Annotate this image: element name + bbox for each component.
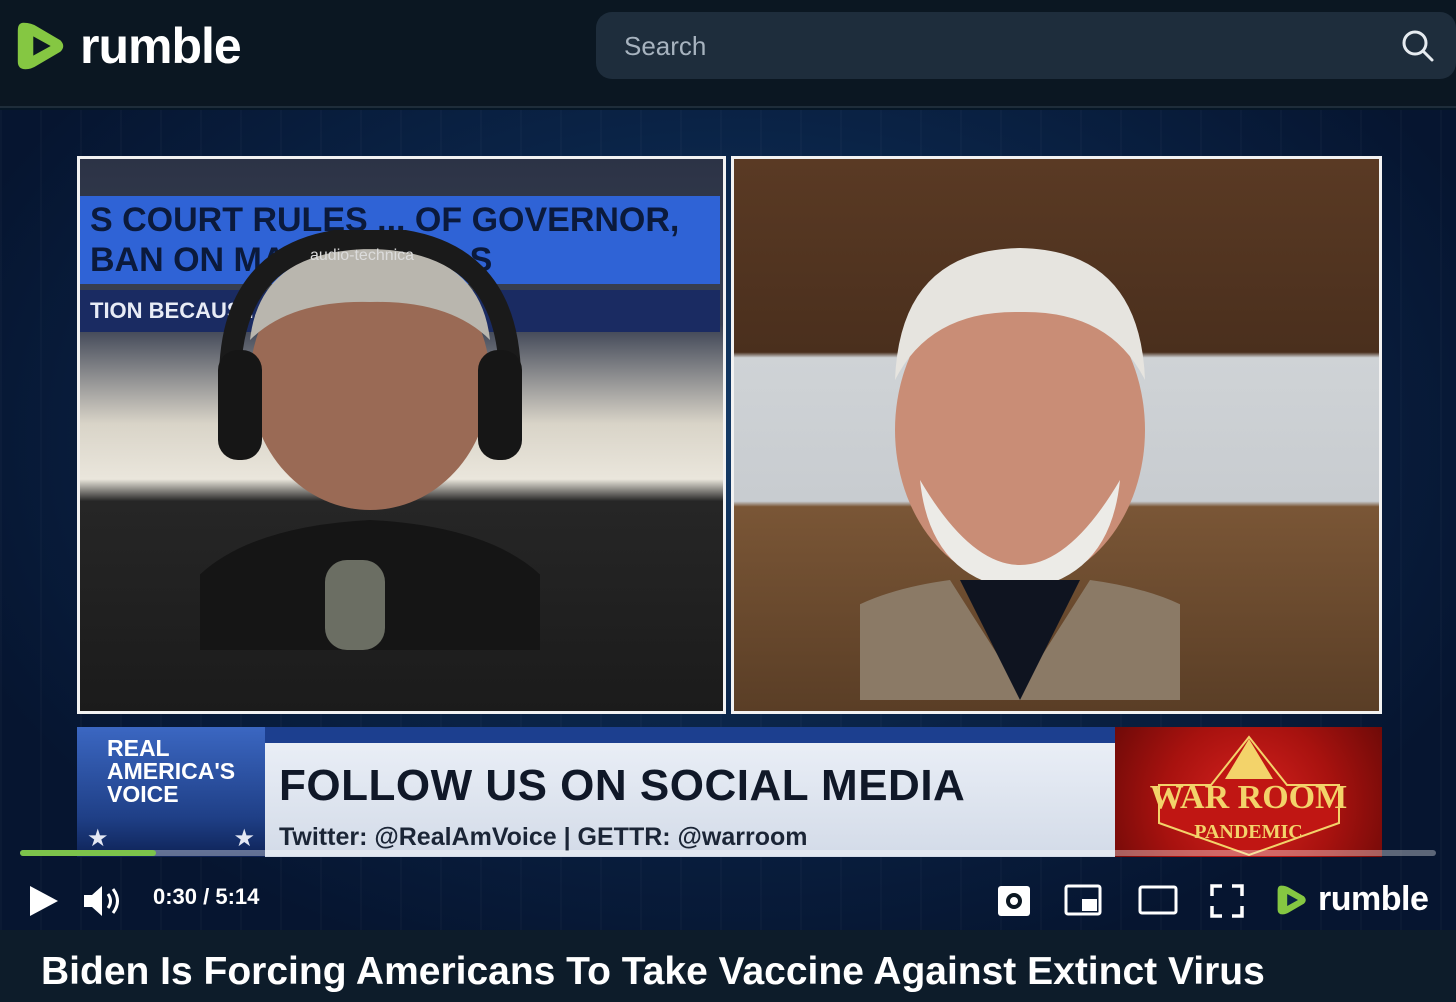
war-room-logo: WAR ROOM PANDEMIC: [1115, 727, 1382, 857]
player-controls: 0:30 / 5:14 rumble: [0, 870, 1456, 930]
theater-mode-icon[interactable]: [1138, 885, 1178, 915]
title-bar: Biden Is Forcing Americans To Take Vacci…: [0, 930, 1456, 1002]
svg-text:audio-technica: audio-technica: [310, 247, 414, 264]
progress-bar[interactable]: [20, 850, 1436, 856]
volume-icon[interactable]: [82, 883, 124, 919]
video-player[interactable]: S COURT RULES ... OF GOVERNOR, BAN ON MA…: [0, 110, 1456, 930]
search-bar: [596, 12, 1456, 81]
star-icon: ★: [233, 825, 255, 852]
time-display: 0:30 / 5:14: [153, 884, 260, 909]
search-icon[interactable]: [1400, 28, 1436, 64]
rumble-logo-icon: [1277, 885, 1306, 914]
banner-headline: FOLLOW US ON SOCIAL MEDIA: [279, 761, 966, 810]
real-americas-voice-logo: REAL AMERICA'S VOICE ★ ★: [77, 727, 265, 857]
picture-in-picture-icon[interactable]: [1064, 884, 1102, 916]
brand-line-3: VOICE: [107, 781, 179, 807]
fullscreen-icon[interactable]: [1210, 884, 1244, 918]
player-rumble-logo[interactable]: rumble: [1274, 880, 1429, 919]
war-room-title: WAR ROOM: [1149, 779, 1348, 816]
brand-line-2: AMERICA'S: [107, 758, 236, 784]
progress-fill: [20, 850, 157, 856]
video-title: Biden Is Forcing Americans To Take Vacci…: [41, 950, 1265, 993]
war-room-subtitle: PANDEMIC: [1194, 821, 1303, 843]
search-input[interactable]: [622, 12, 1366, 81]
star-icon: ★: [87, 825, 109, 852]
settings-icon[interactable]: [996, 884, 1032, 918]
rumble-logo-icon: [17, 22, 64, 70]
lower-third-banner: REAL AMERICA'S VOICE ★ ★ FOLLOW US ON SOC…: [77, 727, 1382, 857]
logo-text: rumble: [80, 18, 242, 74]
player-logo-text: rumble: [1318, 880, 1429, 918]
brand-stars: ★ ★: [87, 824, 255, 853]
top-bar: rumble: [0, 0, 1456, 108]
play-icon[interactable]: [28, 884, 60, 918]
host-figure: audio-technica: [200, 230, 540, 650]
guest-figure: [860, 248, 1180, 700]
banner-subline: Twitter: @RealAmVoice | GETTR: @warroom: [279, 823, 808, 851]
brand-line-1: REAL: [107, 735, 170, 761]
social-banner: FOLLOW US ON SOCIAL MEDIA Twitter: @Real…: [265, 727, 1115, 857]
rumble-logo[interactable]: rumble: [12, 14, 242, 78]
